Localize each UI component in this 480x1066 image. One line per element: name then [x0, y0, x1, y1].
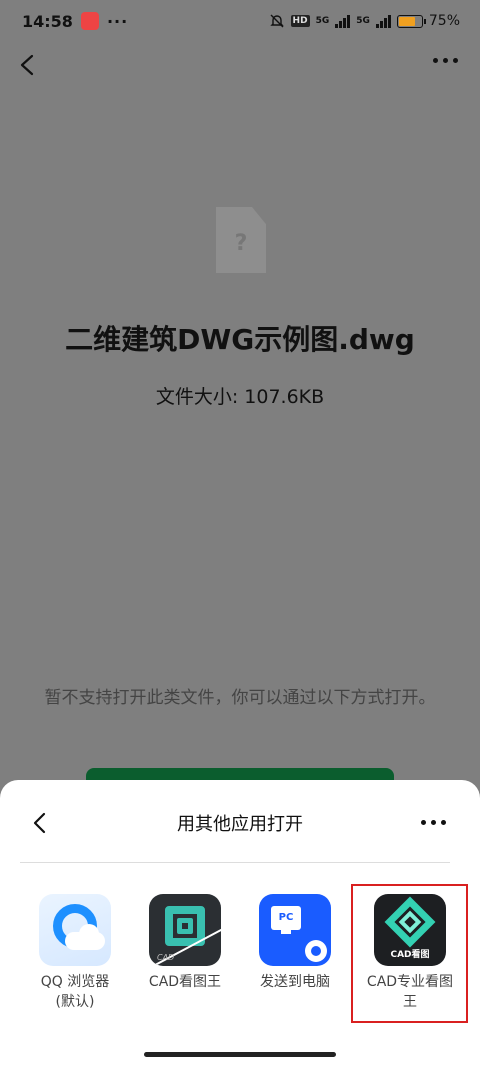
app-label: QQ 浏览器 (默认): [40, 974, 110, 1010]
status-more-indicator: ···: [106, 11, 129, 31]
home-indicator[interactable]: [144, 1052, 336, 1057]
app-send-to-pc[interactable]: PC 发送到电脑: [245, 894, 345, 992]
hd-badge: HD: [290, 15, 310, 27]
network-type-1: 5G: [315, 16, 330, 26]
send-to-pc-icon[interactable]: PC: [259, 894, 331, 966]
app-qq-browser[interactable]: QQ 浏览器 (默认): [25, 894, 125, 1012]
notification-app-icon: [80, 12, 99, 30]
signal-icon: [335, 14, 351, 28]
sheet-more-icon[interactable]: [421, 820, 446, 825]
divider: [20, 862, 450, 863]
unsupported-hint: 暂不支持打开此类文件，你可以通过以下方式打开。: [44, 688, 436, 708]
signal-icon-2: [375, 14, 391, 28]
battery-icon: [396, 14, 426, 28]
selection-highlight: [351, 884, 468, 1023]
file-name: 二维建筑DWG示例图.dwg: [65, 323, 415, 356]
app-label: 发送到电脑: [260, 974, 330, 990]
app-cad-viewer[interactable]: CAD CAD看图王: [135, 894, 235, 992]
mute-bell-icon: [269, 14, 284, 28]
status-bar: 14:58 ··· HD 5G 5G 75%: [0, 0, 480, 42]
network-type-2: 5G: [356, 16, 370, 26]
file-size: 文件大小: 107.6KB: [155, 386, 325, 408]
app-label: CAD看图王: [148, 974, 222, 990]
back-arrow-icon[interactable]: [18, 54, 36, 76]
more-options-icon[interactable]: [433, 58, 458, 63]
qq-browser-icon[interactable]: [39, 894, 111, 966]
battery-percent: 75%: [428, 13, 460, 29]
status-time: 14:58: [22, 11, 73, 31]
unknown-file-icon: ?: [216, 207, 266, 273]
cad-viewer-icon[interactable]: CAD: [149, 894, 221, 966]
sheet-title: 用其他应用打开: [177, 814, 303, 835]
